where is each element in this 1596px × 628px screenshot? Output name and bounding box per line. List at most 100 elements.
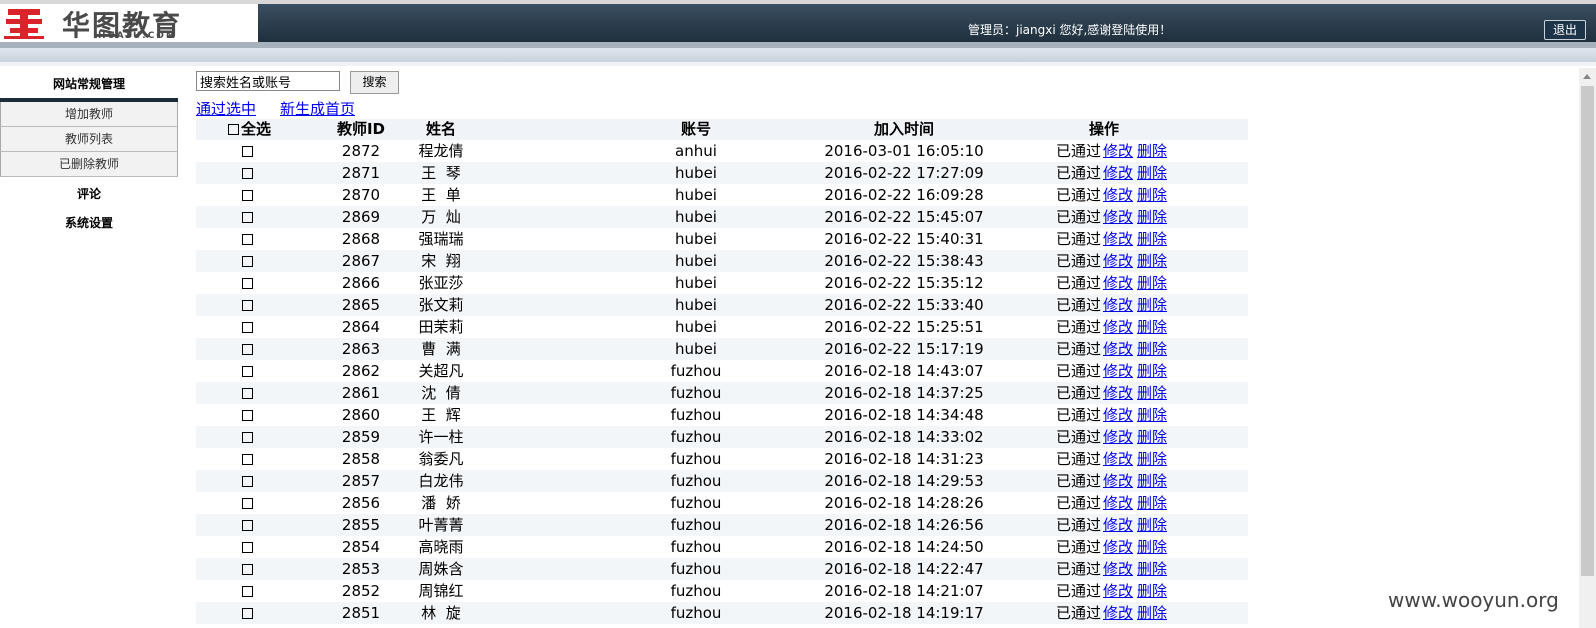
vertical-scrollbar[interactable] [1579, 68, 1596, 628]
checkbox[interactable] [242, 344, 253, 355]
edit-link[interactable]: 修改 [1103, 560, 1133, 578]
edit-link[interactable]: 修改 [1103, 208, 1133, 226]
approve-selected-link[interactable]: 通过选中 [196, 98, 256, 119]
edit-link[interactable]: 修改 [1103, 472, 1133, 490]
checkbox[interactable] [242, 608, 253, 619]
sidebar-item-comments[interactable]: 评论 [0, 182, 178, 206]
edit-link[interactable]: 修改 [1103, 142, 1133, 160]
checkbox[interactable] [242, 300, 253, 311]
delete-link[interactable]: 删除 [1137, 582, 1167, 600]
row-checkbox[interactable] [242, 382, 256, 404]
delete-link[interactable]: 删除 [1137, 208, 1167, 226]
delete-link[interactable]: 删除 [1137, 516, 1167, 534]
delete-link[interactable]: 删除 [1137, 296, 1167, 314]
row-checkbox[interactable] [242, 426, 256, 448]
checkbox[interactable] [242, 278, 253, 289]
edit-link[interactable]: 修改 [1103, 582, 1133, 600]
delete-link[interactable]: 删除 [1137, 252, 1167, 270]
delete-link[interactable]: 删除 [1137, 274, 1167, 292]
search-input[interactable] [196, 71, 340, 91]
edit-link[interactable]: 修改 [1103, 450, 1133, 468]
edit-link[interactable]: 修改 [1103, 494, 1133, 512]
checkbox[interactable] [242, 542, 253, 553]
row-checkbox[interactable] [242, 360, 256, 382]
row-checkbox[interactable] [242, 184, 256, 206]
checkbox[interactable] [242, 586, 253, 597]
delete-link[interactable]: 删除 [1137, 494, 1167, 512]
checkbox[interactable] [242, 234, 253, 245]
checkbox[interactable] [242, 454, 253, 465]
edit-link[interactable]: 修改 [1103, 318, 1133, 336]
checkbox[interactable] [242, 366, 253, 377]
row-checkbox[interactable] [242, 536, 256, 558]
edit-link[interactable]: 修改 [1103, 538, 1133, 556]
edit-link[interactable]: 修改 [1103, 428, 1133, 446]
delete-link[interactable]: 删除 [1137, 428, 1167, 446]
row-checkbox[interactable] [242, 228, 256, 250]
checkbox[interactable] [242, 388, 253, 399]
row-checkbox[interactable] [242, 492, 256, 514]
search-button[interactable]: 搜索 [350, 71, 399, 94]
checkbox[interactable] [242, 520, 253, 531]
row-checkbox[interactable] [242, 580, 256, 602]
edit-link[interactable]: 修改 [1103, 274, 1133, 292]
sidebar-item-deleted-teachers[interactable]: 已删除教师 [0, 152, 178, 177]
checkbox[interactable] [242, 256, 253, 267]
scroll-up-icon[interactable] [1583, 74, 1591, 79]
edit-link[interactable]: 修改 [1103, 384, 1133, 402]
checkbox[interactable] [242, 476, 253, 487]
row-checkbox[interactable] [242, 558, 256, 580]
select-all-checkbox[interactable] [228, 124, 239, 135]
delete-link[interactable]: 删除 [1137, 362, 1167, 380]
row-checkbox[interactable] [242, 316, 256, 338]
row-checkbox[interactable] [242, 294, 256, 316]
checkbox[interactable] [242, 146, 253, 157]
edit-link[interactable]: 修改 [1103, 604, 1133, 622]
edit-link[interactable]: 修改 [1103, 516, 1133, 534]
sidebar-item-add-teacher[interactable]: 增加教师 [0, 102, 178, 127]
row-checkbox[interactable] [242, 140, 256, 162]
delete-link[interactable]: 删除 [1137, 472, 1167, 490]
edit-link[interactable]: 修改 [1103, 340, 1133, 358]
row-checkbox[interactable] [242, 448, 256, 470]
row-checkbox[interactable] [242, 250, 256, 272]
row-checkbox[interactable] [242, 602, 256, 624]
edit-link[interactable]: 修改 [1103, 406, 1133, 424]
edit-link[interactable]: 修改 [1103, 296, 1133, 314]
logout-button[interactable]: 退出 [1544, 20, 1586, 40]
checkbox[interactable] [242, 322, 253, 333]
checkbox[interactable] [242, 498, 253, 509]
delete-link[interactable]: 删除 [1137, 560, 1167, 578]
checkbox[interactable] [242, 432, 253, 443]
delete-link[interactable]: 删除 [1137, 450, 1167, 468]
row-checkbox[interactable] [242, 206, 256, 228]
row-checkbox[interactable] [242, 338, 256, 360]
sidebar-title[interactable]: 网站常规管理 [0, 72, 178, 96]
delete-link[interactable]: 删除 [1137, 186, 1167, 204]
delete-link[interactable]: 删除 [1137, 164, 1167, 182]
delete-link[interactable]: 删除 [1137, 340, 1167, 358]
edit-link[interactable]: 修改 [1103, 186, 1133, 204]
sidebar-item-system-settings[interactable]: 系统设置 [0, 211, 178, 235]
row-checkbox[interactable] [242, 514, 256, 536]
delete-link[interactable]: 删除 [1137, 318, 1167, 336]
checkbox[interactable] [242, 212, 253, 223]
delete-link[interactable]: 删除 [1137, 538, 1167, 556]
delete-link[interactable]: 删除 [1137, 406, 1167, 424]
delete-link[interactable]: 删除 [1137, 384, 1167, 402]
delete-link[interactable]: 删除 [1137, 604, 1167, 622]
delete-link[interactable]: 删除 [1137, 142, 1167, 160]
edit-link[interactable]: 修改 [1103, 230, 1133, 248]
edit-link[interactable]: 修改 [1103, 362, 1133, 380]
select-all[interactable]: 全选 [228, 119, 271, 140]
checkbox[interactable] [242, 168, 253, 179]
checkbox[interactable] [242, 410, 253, 421]
row-checkbox[interactable] [242, 404, 256, 426]
edit-link[interactable]: 修改 [1103, 164, 1133, 182]
sidebar-item-teacher-list[interactable]: 教师列表 [0, 127, 178, 152]
delete-link[interactable]: 删除 [1137, 230, 1167, 248]
row-checkbox[interactable] [242, 470, 256, 492]
checkbox[interactable] [242, 564, 253, 575]
regenerate-home-link[interactable]: 新生成首页 [280, 98, 355, 119]
row-checkbox[interactable] [242, 272, 256, 294]
